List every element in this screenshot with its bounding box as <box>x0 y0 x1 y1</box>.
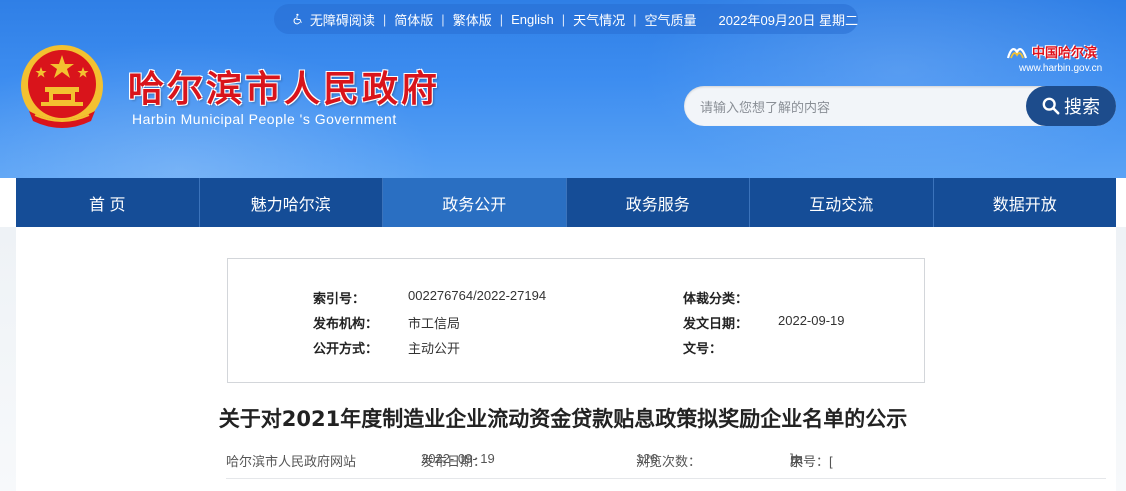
nav-tab-home[interactable]: 首 页 <box>16 178 200 227</box>
top-utility-bar: 无障碍阅读 | 简体版 | 繁体版 | English | 天气情况 | 空气质… <box>274 4 858 34</box>
separator: | <box>441 11 445 27</box>
article-title: 关于对2021年度制造业企业流动资金贷款贴息政策拟奖励企业名单的公示 <box>218 407 908 431</box>
nav-tab-open-data[interactable]: 数据开放 <box>934 178 1117 227</box>
separator: | <box>382 11 387 27</box>
side-decoration <box>0 227 16 491</box>
separator: | <box>561 11 566 27</box>
meta-index-value: 002276764/2022-27194 <box>408 288 547 303</box>
brand-url: www.harbin.gov.cn <box>1019 63 1103 74</box>
meta-method-value: 主动公开 <box>408 341 461 356</box>
meta-date: 发文日期： <box>683 313 748 332</box>
national-emblem-icon[interactable] <box>17 43 107 133</box>
meta-org-value: 市工信局 <box>408 316 461 331</box>
simplified-chinese-link[interactable]: 简体版 <box>394 10 433 29</box>
nav-tab-interaction[interactable]: 互动交流 <box>750 178 934 227</box>
meta-index: 索引号： <box>313 288 365 307</box>
brand-name: 中国哈尔滨 <box>1032 45 1098 60</box>
meta-label: 发文日期： <box>683 316 749 331</box>
search-box: 搜索 <box>684 86 1116 126</box>
document-metadata-box: 索引号： 002276764/2022-27194 体裁分类： 发布机构： 市工… <box>227 258 925 383</box>
meta-label: 发布机构： <box>313 316 379 331</box>
air-quality-link[interactable]: 空气质量 <box>645 10 697 29</box>
divider <box>226 478 1106 479</box>
traditional-chinese-link[interactable]: 繁体版 <box>453 10 492 29</box>
weather-link[interactable]: 天气情况 <box>573 10 625 29</box>
accessibility-link[interactable]: 无障碍阅读 <box>310 10 375 29</box>
nav-tab-gov-affairs-open[interactable]: 政务公开 <box>383 178 567 227</box>
meta-label: 文号： <box>683 341 723 356</box>
site-subtitle: Harbin Municipal People 's Government <box>132 111 397 127</box>
harbin-logo-icon <box>1006 48 1028 59</box>
meta-date-value: 2022-09-19 <box>778 313 845 328</box>
side-decoration <box>1116 227 1126 491</box>
search-input[interactable] <box>698 95 1022 119</box>
meta-category: 体裁分类： <box>683 288 748 307</box>
meta-label: 体裁分类： <box>683 291 749 306</box>
harbin-brand-logo[interactable]: 中国哈尔滨 www.harbin.gov.cn <box>1004 42 1116 76</box>
search-button[interactable]: 搜索 <box>1026 86 1116 126</box>
header-banner: 无障碍阅读 | 简体版 | 繁体版 | English | 天气情况 | 空气质… <box>0 0 1126 178</box>
meta-docno: 文号： <box>683 338 722 357</box>
english-link[interactable]: English <box>511 12 554 27</box>
site-title[interactable]: 哈尔滨市人民政府 <box>128 60 440 112</box>
main-nav: 首 页 魅力哈尔滨 政务公开 政务服务 互动交流 数据开放 <box>16 178 1116 227</box>
separator: | <box>633 11 637 27</box>
view-count-value: 126 <box>636 451 658 466</box>
wheelchair-icon <box>293 13 302 25</box>
meta-org: 发布机构： <box>313 313 378 332</box>
font-size-close: ] <box>790 451 794 466</box>
meta-method: 公开方式： <box>313 338 378 357</box>
current-date: 2022年09月20日 星期二 <box>718 12 858 28</box>
publish-date-value: 2022- 09- 19 <box>421 451 495 466</box>
meta-label: 索引号： <box>313 291 366 306</box>
article-source: 哈尔滨市人民政府网站 <box>226 454 357 469</box>
nav-tab-charm-harbin[interactable]: 魅力哈尔滨 <box>200 178 383 227</box>
separator: | <box>499 11 504 27</box>
meta-label: 公开方式： <box>313 341 379 356</box>
nav-tab-gov-services[interactable]: 政务服务 <box>567 178 750 227</box>
search-button-label: 搜索 <box>1064 97 1100 117</box>
search-icon <box>1042 97 1060 115</box>
